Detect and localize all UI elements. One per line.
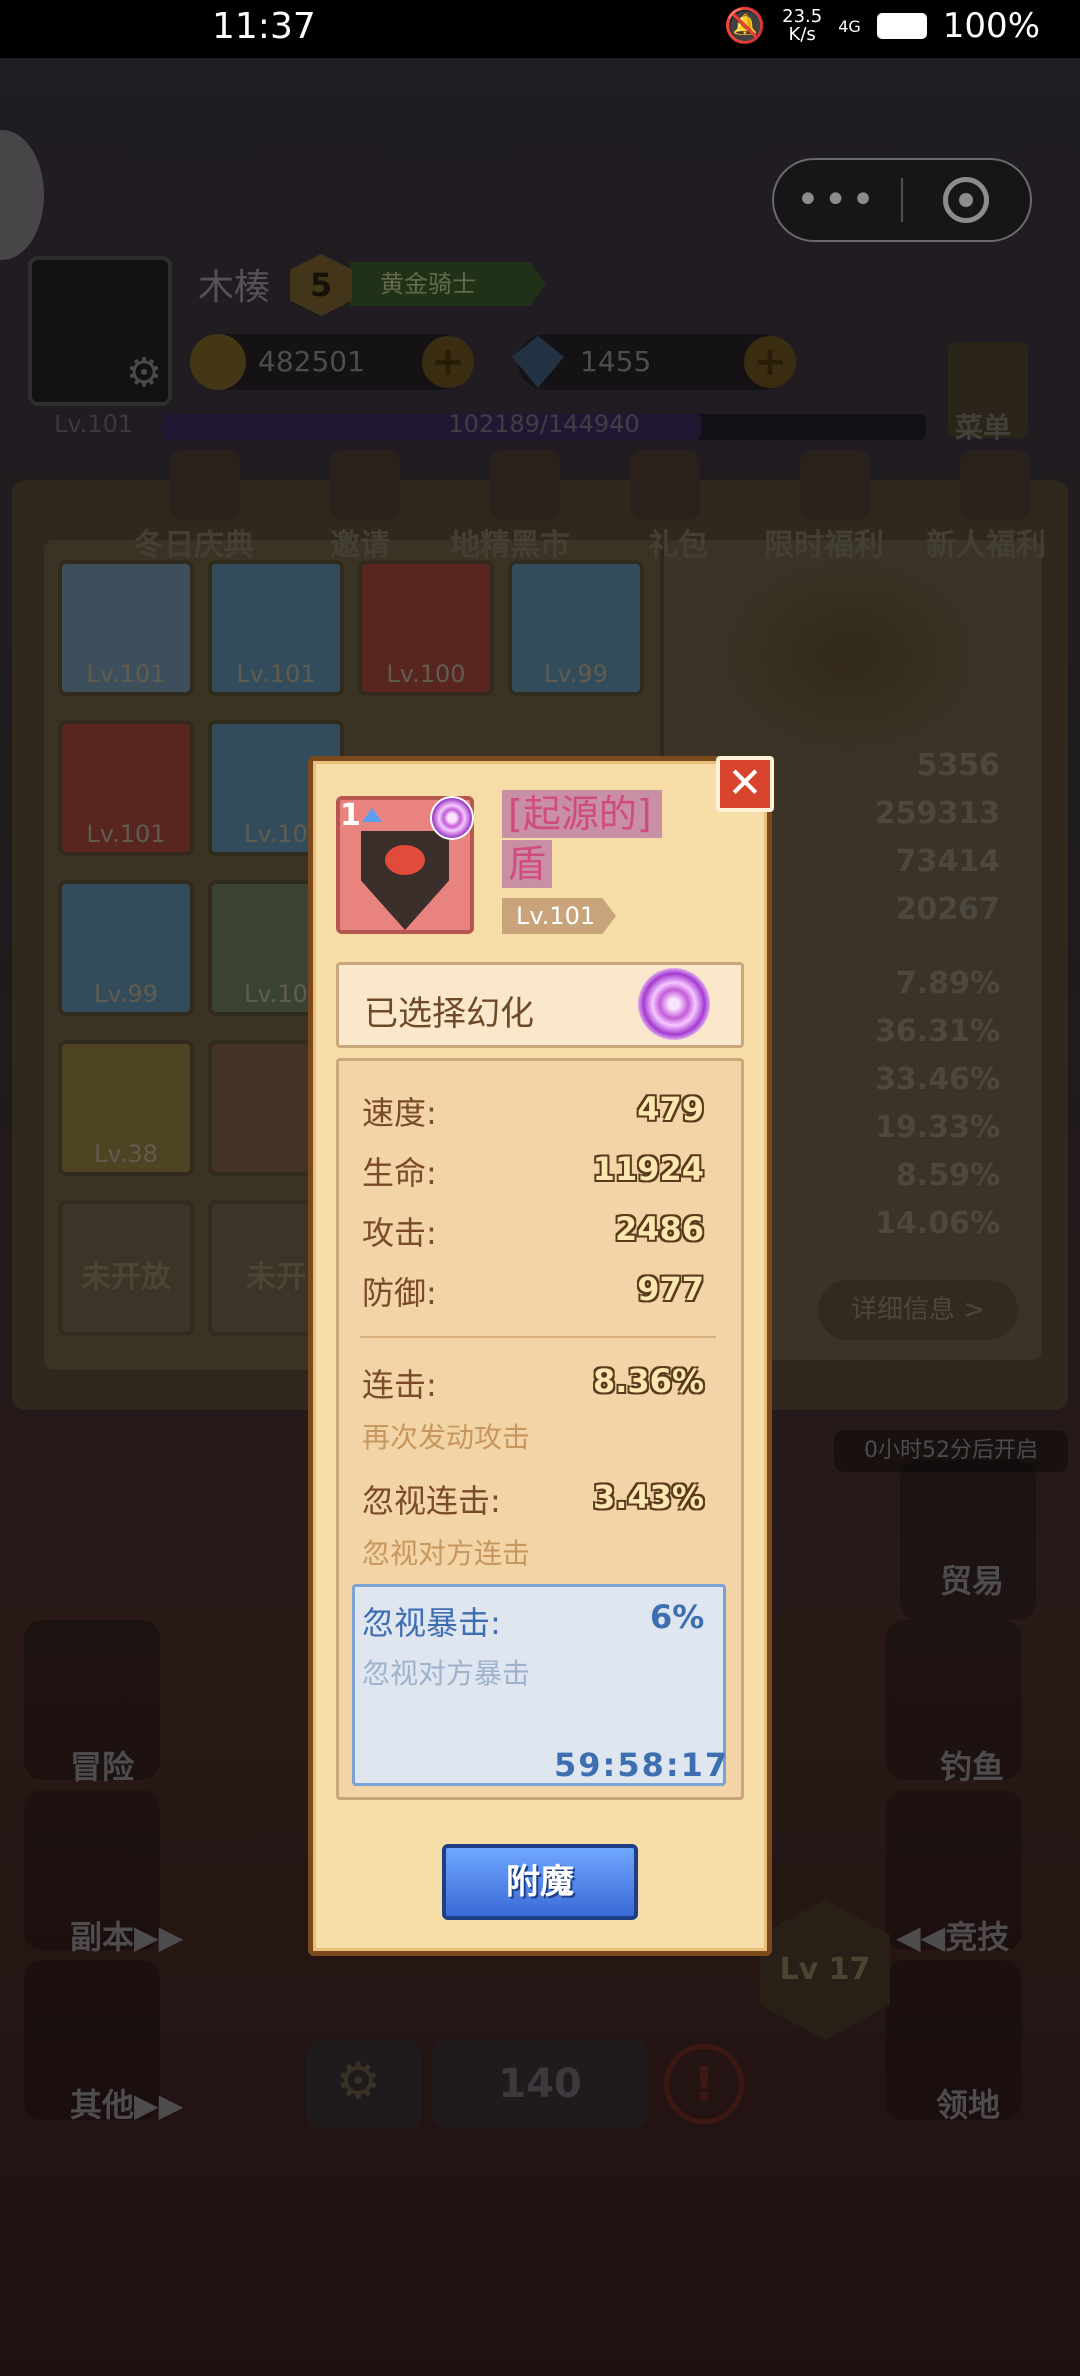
ignore-crit-value: 6% <box>650 1598 705 1636</box>
ignore-combo-label: 忽视连击: <box>362 1482 501 1520</box>
battery-icon <box>876 13 927 39</box>
stat-defense-value: 977 <box>637 1270 704 1308</box>
item-tier: 1 <box>340 798 361 833</box>
tier-up-icon <box>362 808 382 822</box>
combo-label: 连击: <box>362 1366 437 1404</box>
stat-speed-value: 479 <box>637 1090 704 1128</box>
item-level: Lv.101 <box>502 898 616 934</box>
mute-icon: 🔕 <box>723 6 767 46</box>
item-name: 盾 <box>502 840 553 888</box>
item-name-prefix: [起源的] <box>502 790 662 838</box>
stat-hp-value: 11924 <box>592 1150 704 1188</box>
net-speed-unit: K/s <box>788 24 816 45</box>
illusion-timer: 59:58:17 <box>554 1746 730 1784</box>
ignore-crit-desc: 忽视对方暴击 <box>362 1657 531 1690</box>
stats-divider <box>360 1336 716 1338</box>
status-indicators: 🔕 23.5 K/s 4G 100% <box>724 6 1040 46</box>
battery-level: 100% <box>942 6 1040 46</box>
status-time: 11:37 <box>212 6 316 47</box>
illusion-swirl-icon[interactable] <box>638 968 710 1040</box>
close-button[interactable]: ✕ <box>716 756 774 812</box>
illusion-swirl-icon <box>430 796 474 840</box>
stat-defense-label: 防御: <box>362 1274 437 1312</box>
stat-speed-label: 速度: <box>362 1094 437 1132</box>
stat-attack-value: 2486 <box>614 1210 704 1248</box>
ignore-crit-label: 忽视暴击: <box>362 1604 501 1642</box>
combo-value: 8.36% <box>592 1362 704 1400</box>
item-gem <box>385 845 425 875</box>
ignore-combo-desc: 忽视对方连击 <box>362 1537 531 1570</box>
combo-desc: 再次发动攻击 <box>362 1421 531 1454</box>
stat-attack-label: 攻击: <box>362 1214 437 1252</box>
enchant-button[interactable]: 附魔 <box>442 1844 638 1920</box>
net-speed: 23.5 K/s <box>782 8 822 44</box>
ignore-combo-value: 3.43% <box>592 1478 704 1516</box>
signal-icon: 4G <box>838 16 861 36</box>
illusion-label: 已选择幻化 <box>364 994 534 1034</box>
stat-hp-label: 生命: <box>362 1154 437 1192</box>
